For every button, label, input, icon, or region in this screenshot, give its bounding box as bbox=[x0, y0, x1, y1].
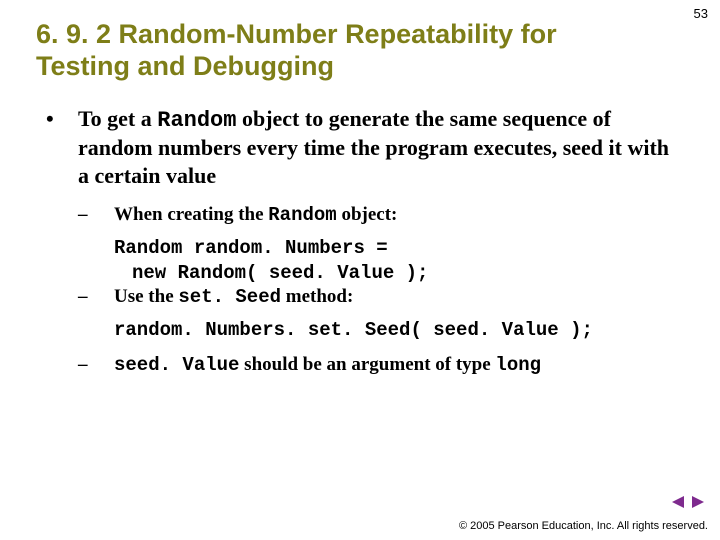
sub-bullet-1: –When creating the Random object: bbox=[96, 203, 684, 228]
copyright-footer: © 2005 Pearson Education, Inc. All right… bbox=[459, 520, 708, 532]
bullet-text-code: Random bbox=[157, 108, 236, 133]
sub2-pre: Use the bbox=[114, 286, 178, 307]
sub2-code: set. Seed bbox=[178, 286, 281, 308]
nav-arrows bbox=[670, 495, 706, 514]
bullet-main: •To get a Random object to generate the … bbox=[62, 105, 684, 190]
code2-line1: random. Numbers. set. Seed( seed. Value … bbox=[114, 318, 684, 343]
sub-bullet-2: –Use the set. Seed method: bbox=[96, 285, 684, 310]
prev-arrow-icon[interactable] bbox=[670, 495, 686, 509]
next-arrow-icon[interactable] bbox=[690, 495, 706, 509]
sub3-code2: long bbox=[495, 354, 541, 376]
sub1-post: object: bbox=[337, 204, 398, 225]
page-number: 53 bbox=[694, 6, 708, 21]
slide: 53 6. 9. 2 Random-Number Repeatability f… bbox=[0, 0, 720, 540]
sub-bullet-3: –seed. Value should be an argument of ty… bbox=[96, 353, 684, 378]
dash-icon: – bbox=[96, 285, 114, 310]
sub3-mid: should be an argument of type bbox=[239, 354, 495, 375]
sub1-pre: When creating the bbox=[114, 204, 268, 225]
code1-line2: new Random( seed. Value ); bbox=[114, 261, 684, 286]
dash-icon: – bbox=[96, 203, 114, 228]
sub2-post: method: bbox=[281, 286, 353, 307]
code-block-1: Random random. Numbers = new Random( see… bbox=[114, 236, 684, 285]
bullet-text-pre: To get a bbox=[78, 106, 157, 131]
code1-line1: Random random. Numbers = bbox=[114, 236, 684, 261]
bullet-dot: • bbox=[62, 105, 78, 133]
dash-icon: – bbox=[96, 353, 114, 378]
code-block-2: random. Numbers. set. Seed( seed. Value … bbox=[114, 318, 684, 343]
sub3-code1: seed. Value bbox=[114, 354, 239, 376]
sub1-code: Random bbox=[268, 204, 336, 226]
slide-title: 6. 9. 2 Random-Number Repeatability for … bbox=[36, 18, 684, 83]
